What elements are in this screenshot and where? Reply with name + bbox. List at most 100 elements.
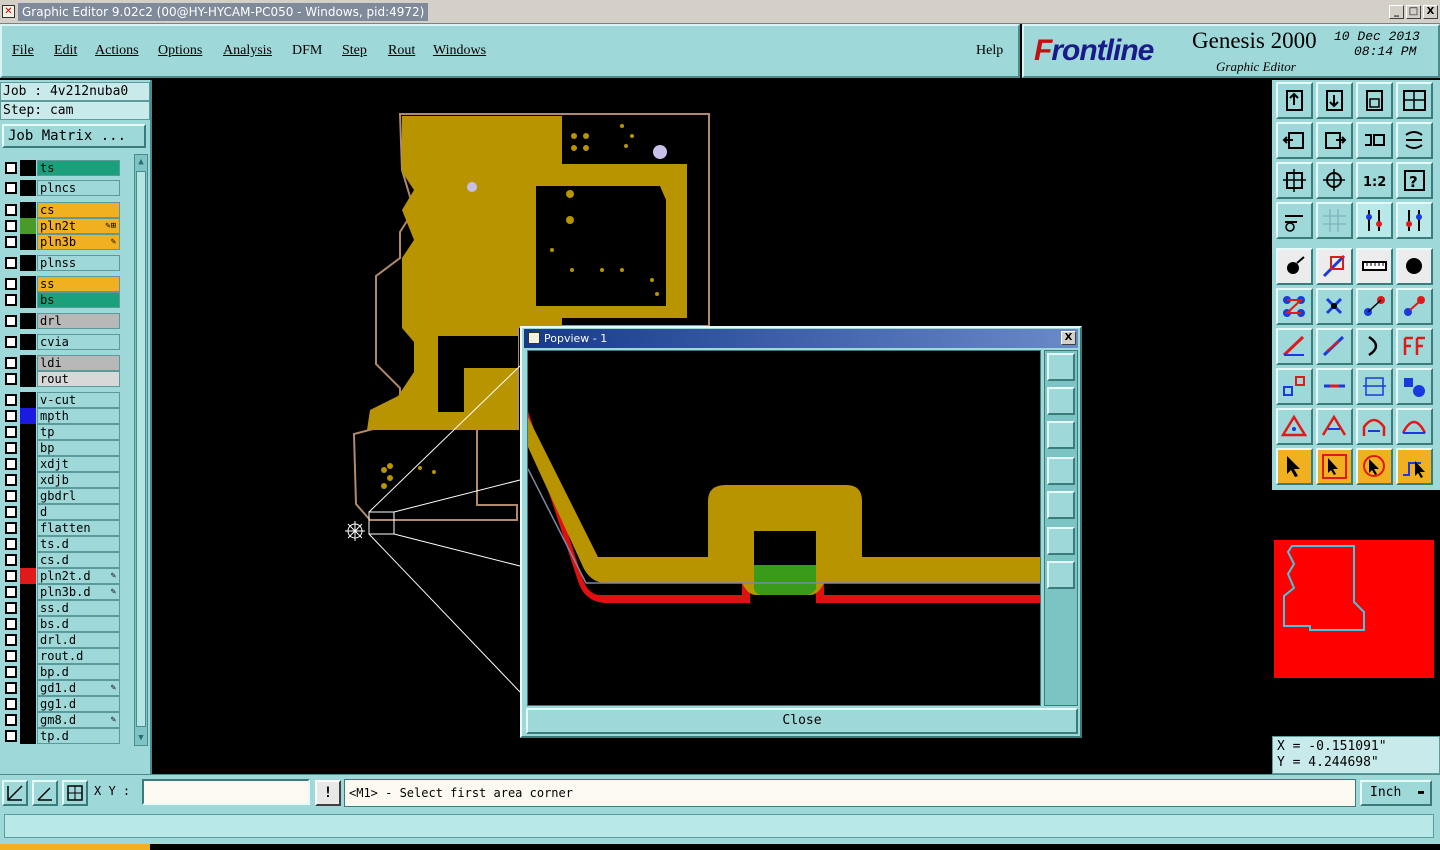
layer-name[interactable]: gg1.d xyxy=(37,696,120,712)
layer-color-swatch[interactable] xyxy=(20,632,36,648)
layer-row[interactable]: ss.d xyxy=(2,600,120,616)
layer-row[interactable]: ts xyxy=(2,160,120,176)
pointer-icon[interactable] xyxy=(1276,448,1313,485)
layer-row[interactable]: gg1.d xyxy=(2,696,120,712)
layer-color-swatch[interactable] xyxy=(20,180,36,196)
menu-rout[interactable]: Rout xyxy=(388,43,415,59)
layer-row[interactable]: rout xyxy=(2,371,120,387)
layer-row[interactable]: pln3b ✎ xyxy=(2,234,120,250)
snap-icon[interactable] xyxy=(2,780,28,806)
layer-name[interactable]: gm8.d ✎ xyxy=(37,712,120,728)
layer-color-swatch[interactable] xyxy=(20,292,36,308)
popview-down-icon[interactable] xyxy=(1047,421,1075,449)
layer-color-swatch[interactable] xyxy=(20,255,36,271)
arch-icon[interactable] xyxy=(1396,408,1433,445)
layer-name[interactable]: ts xyxy=(37,160,120,176)
layer-row[interactable]: gbdrl xyxy=(2,488,120,504)
popview-home-icon[interactable] xyxy=(1047,561,1075,589)
layer-name[interactable]: tp.d xyxy=(37,728,120,744)
layer-checkbox[interactable] xyxy=(5,506,17,518)
grid-icon[interactable] xyxy=(1316,202,1353,239)
layer-color-swatch[interactable] xyxy=(20,334,36,350)
layer-row[interactable]: drl xyxy=(2,313,120,329)
layer-row[interactable]: mpth xyxy=(2,408,120,424)
layer-settings-icon[interactable] xyxy=(1276,202,1313,239)
minimize-button[interactable]: _ xyxy=(1389,5,1404,19)
scroll-up-icon[interactable]: ▲ xyxy=(136,156,146,168)
layer-row[interactable]: d xyxy=(2,504,120,520)
layer-checkbox[interactable] xyxy=(5,373,17,385)
popview-fit-icon[interactable] xyxy=(1047,527,1075,555)
layer-row[interactable]: bp xyxy=(2,440,120,456)
pad-to-pad-icon[interactable] xyxy=(1356,288,1393,325)
layer-color-swatch[interactable] xyxy=(20,456,36,472)
layer-name[interactable]: drl xyxy=(37,313,120,329)
layer-row[interactable]: ldi xyxy=(2,355,120,371)
feature-select-icon[interactable] xyxy=(1276,248,1313,285)
layer-checkbox[interactable] xyxy=(5,458,17,470)
layer-color-swatch[interactable] xyxy=(20,536,36,552)
grid-snap-icon[interactable] xyxy=(62,780,88,806)
menu-windows[interactable]: Windows xyxy=(433,43,486,59)
layer-checkbox[interactable] xyxy=(5,220,17,232)
layer-checkbox[interactable] xyxy=(5,714,17,726)
layer-color-swatch[interactable] xyxy=(20,160,36,176)
layer-name[interactable]: plnss xyxy=(37,255,120,271)
layer-color-swatch[interactable] xyxy=(20,218,36,234)
layer-row[interactable]: cs.d xyxy=(2,552,120,568)
menu-help[interactable]: Help xyxy=(976,43,1003,59)
layer-checkbox[interactable] xyxy=(5,570,17,582)
layer-row[interactable]: plncs xyxy=(2,180,120,196)
popview-title-bar[interactable]: Popview - 1 X xyxy=(524,329,1078,348)
pan-cycle-icon[interactable] xyxy=(1396,122,1433,159)
layer-color-swatch[interactable] xyxy=(20,313,36,329)
layer-name[interactable]: flatten xyxy=(37,520,120,536)
zoom-redraw-icon[interactable] xyxy=(1316,82,1353,119)
pointer-rotate-icon[interactable] xyxy=(1356,448,1393,485)
layer-row[interactable]: plnss xyxy=(2,255,120,271)
help-icon[interactable]: ? xyxy=(1396,162,1433,199)
layer-checkbox[interactable] xyxy=(5,182,17,194)
layer-row[interactable]: v-cut xyxy=(2,392,120,408)
layer-color-swatch[interactable] xyxy=(20,408,36,424)
polygon-icon[interactable] xyxy=(1316,408,1353,445)
layer-name[interactable]: cvia xyxy=(37,334,120,350)
layer-name[interactable]: d xyxy=(37,504,120,520)
units-select[interactable]: Inch ▬ xyxy=(1360,780,1432,806)
layer-row[interactable]: ts.d xyxy=(2,536,120,552)
layer-name[interactable]: gbdrl xyxy=(37,488,120,504)
layer-name[interactable]: drl.d xyxy=(37,632,120,648)
layer-color-swatch[interactable] xyxy=(20,355,36,371)
menu-step[interactable]: Step xyxy=(342,43,367,59)
layer-name[interactable]: rout.d xyxy=(37,648,120,664)
pan-back-icon[interactable] xyxy=(1356,122,1393,159)
layer-color-swatch[interactable] xyxy=(20,202,36,218)
layer-color-swatch[interactable] xyxy=(20,600,36,616)
layer-checkbox[interactable] xyxy=(5,336,17,348)
layer-color-swatch[interactable] xyxy=(20,424,36,440)
layer-row[interactable]: ss xyxy=(2,276,120,292)
zoom-in-icon[interactable] xyxy=(1316,162,1353,199)
layer-checkbox[interactable] xyxy=(5,618,17,630)
snap-pad-icon[interactable] xyxy=(1396,288,1433,325)
layer-row[interactable]: bs xyxy=(2,292,120,308)
layer-name[interactable]: tp xyxy=(37,424,120,440)
layer-checkbox[interactable] xyxy=(5,586,17,598)
layer-color-swatch[interactable] xyxy=(20,728,36,744)
layer-checkbox[interactable] xyxy=(5,357,17,369)
cross-select-icon[interactable] xyxy=(1316,288,1353,325)
popview-canvas[interactable] xyxy=(527,350,1041,706)
layer-name[interactable]: cs.d xyxy=(37,552,120,568)
layer-color-swatch[interactable] xyxy=(20,472,36,488)
zoom-home-icon[interactable] xyxy=(1276,82,1313,119)
layer-checkbox[interactable] xyxy=(5,474,17,486)
layer-name[interactable]: pln3b.d ✎ xyxy=(37,584,120,600)
area-select-icon[interactable] xyxy=(1316,248,1353,285)
layer-color-swatch[interactable] xyxy=(20,664,36,680)
layer-color-swatch[interactable] xyxy=(20,712,36,728)
compare-layers-icon[interactable] xyxy=(1356,202,1393,239)
layer-name[interactable]: gd1.d ✎ xyxy=(37,680,120,696)
layer-color-swatch[interactable] xyxy=(20,371,36,387)
layer-checkbox[interactable] xyxy=(5,634,17,646)
pan-left-icon[interactable] xyxy=(1276,122,1313,159)
